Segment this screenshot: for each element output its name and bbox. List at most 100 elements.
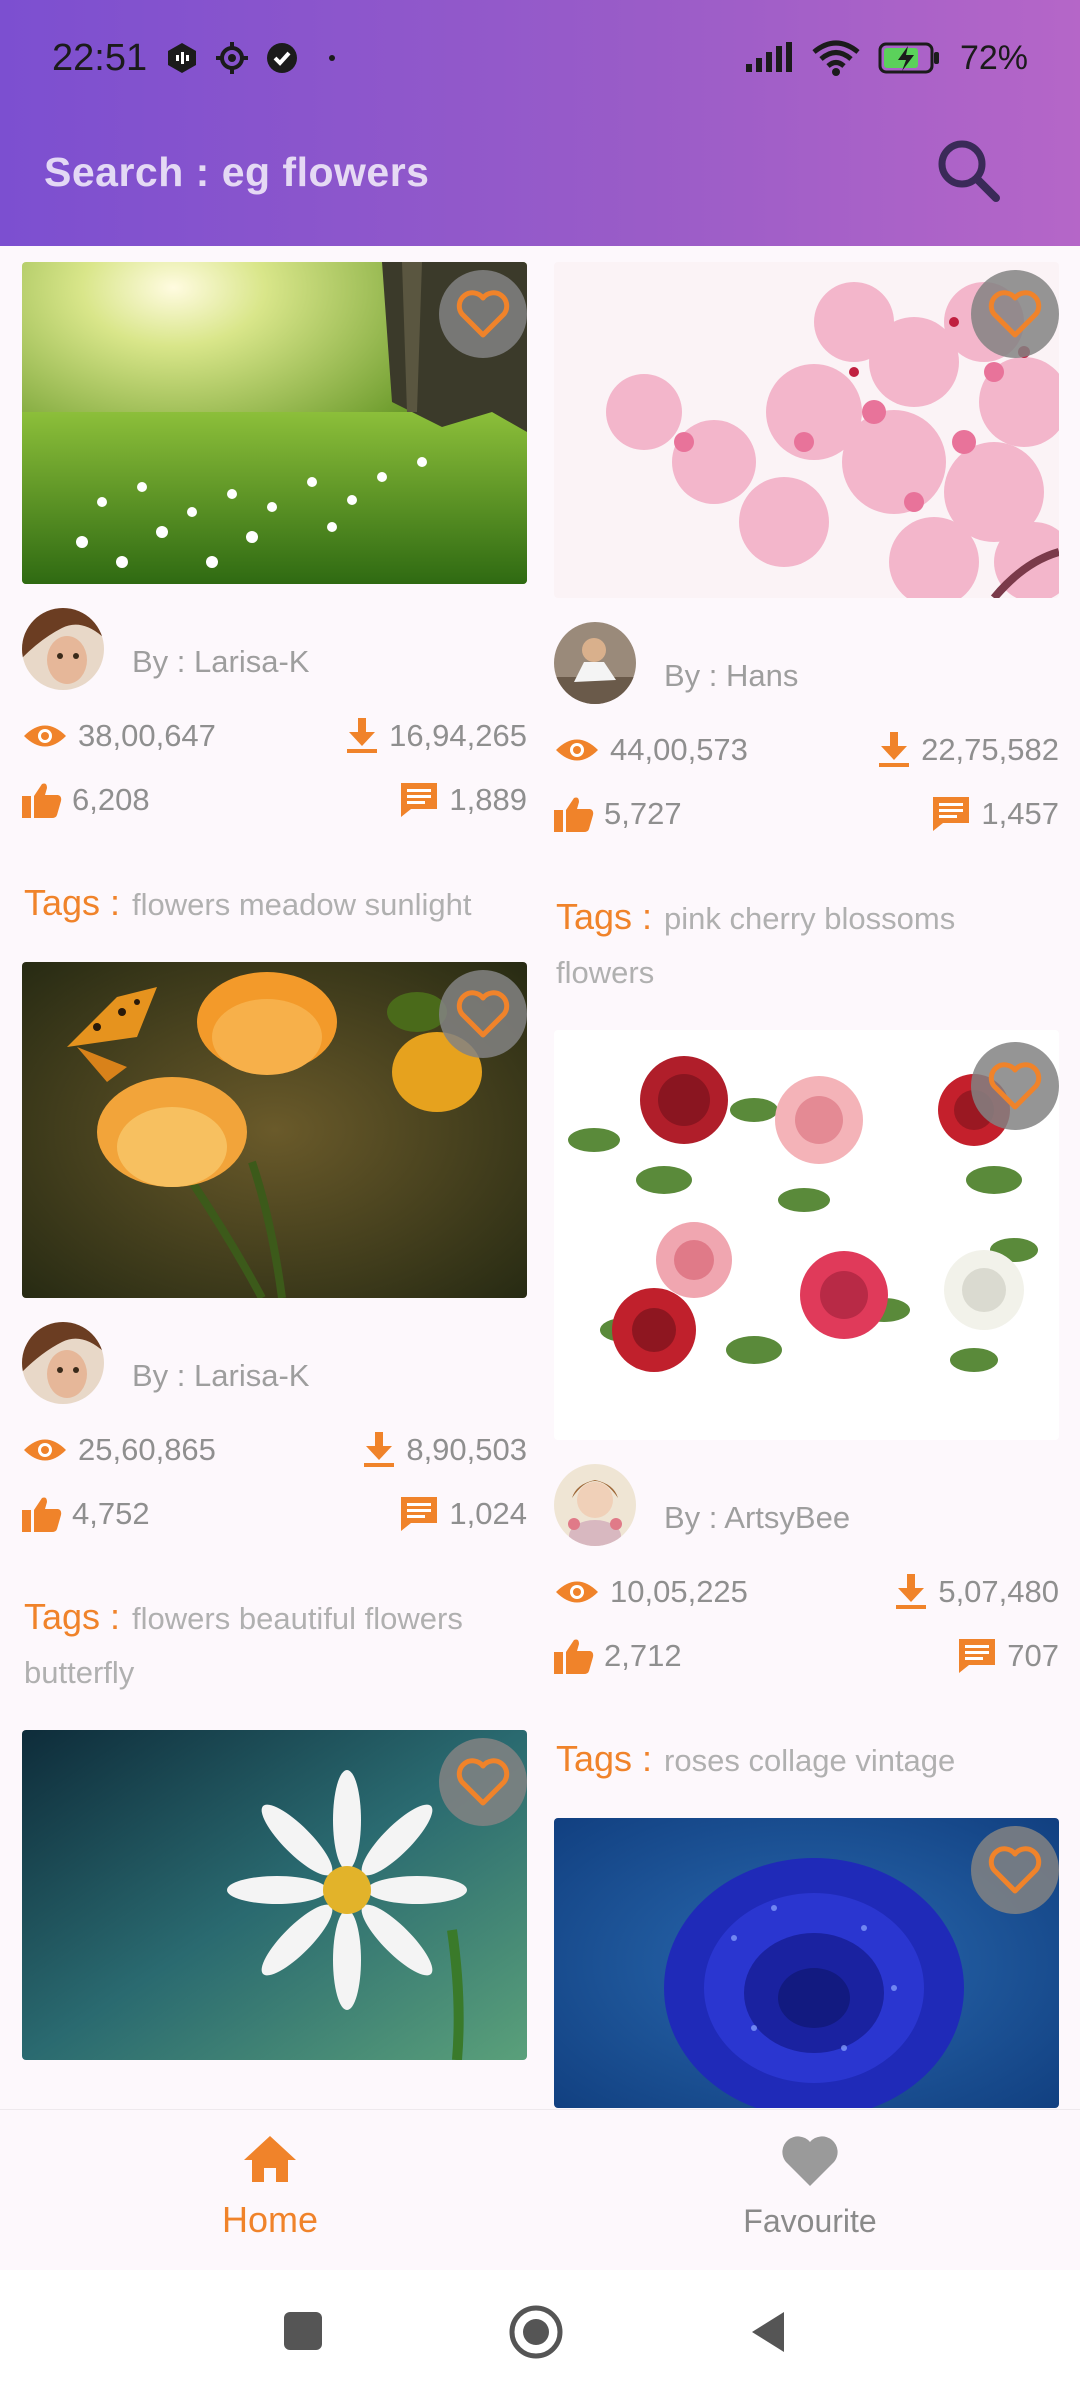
- download-icon: [896, 1574, 927, 1609]
- battery-charging-icon: [878, 42, 939, 74]
- status-bar: 22:51 72%: [52, 28, 1028, 88]
- thumb-up-icon: [22, 783, 62, 818]
- image-card[interactable]: By : Larisa-K 38,00,647 16,94,265 6,208 …: [22, 262, 527, 932]
- stats-row: 4,752 1,024: [22, 1482, 527, 1546]
- stats-row: 5,727 1,457: [554, 782, 1059, 846]
- author-name: By : ArtsyBee: [664, 1500, 851, 1535]
- heart-outline-icon: [456, 1758, 510, 1806]
- stats-row: 6,208 1,889: [22, 768, 527, 832]
- nav-favourite[interactable]: Favourite: [660, 2134, 960, 2240]
- author-row: By : ArtsyBee: [554, 1464, 1059, 1560]
- tags-label: Tags :: [556, 1738, 653, 1779]
- tags-text: roses collage vintage: [664, 1743, 956, 1778]
- favourite-button[interactable]: [971, 1826, 1059, 1914]
- tags-text: flowers meadow sunlight: [132, 887, 472, 922]
- thumb-up-icon: [22, 1497, 62, 1532]
- tags-label: Tags :: [24, 1596, 121, 1637]
- nav-home-label: Home: [221, 2199, 319, 2240]
- tags-row: Tags : flowers meadow sunlight: [22, 876, 527, 932]
- download-icon: [347, 718, 378, 753]
- search-bar[interactable]: Search : eg flowers: [44, 140, 1040, 204]
- image-card[interactable]: [554, 1818, 1059, 2108]
- author-row: By : Larisa-K: [22, 1322, 527, 1418]
- favourite-button[interactable]: [439, 970, 527, 1058]
- status-time: 22:51: [52, 36, 148, 79]
- avatar: [554, 622, 636, 704]
- thumb-up-icon: [554, 797, 594, 832]
- eye-icon: [24, 725, 66, 747]
- image-card[interactable]: By : Hans 44,00,573 22,75,582 5,727 1,45…: [554, 262, 1059, 1000]
- recent-apps-icon[interactable]: [282, 2310, 324, 2352]
- stats-row: 10,05,225 5,07,480: [554, 1560, 1059, 1624]
- eye-icon: [24, 1439, 66, 1461]
- nav-home[interactable]: Home: [120, 2134, 420, 2241]
- author-row: By : Larisa-K: [22, 608, 527, 704]
- favourite-button[interactable]: [971, 270, 1059, 358]
- heart-outline-icon: [988, 290, 1042, 338]
- home-circle-icon[interactable]: [508, 2304, 564, 2360]
- author-name: By : Larisa-K: [132, 1358, 310, 1393]
- comment-icon: [401, 1497, 438, 1531]
- heart-icon: [782, 2136, 838, 2186]
- favourite-button[interactable]: [971, 1042, 1059, 1130]
- tags-row: Tags : roses collage vintage: [554, 1732, 1059, 1788]
- avatar: [22, 608, 104, 690]
- back-icon[interactable]: [748, 2310, 788, 2354]
- tags-label: Tags :: [556, 896, 653, 937]
- favourite-button[interactable]: [439, 1738, 527, 1826]
- views-stat: 44,00,573: [554, 732, 748, 768]
- heart-outline-icon: [456, 290, 510, 338]
- views-stat: 38,00,647: [22, 718, 216, 754]
- photo-daisy[interactable]: [22, 1730, 527, 2060]
- settings-gear-icon: [216, 42, 249, 74]
- downloads-stat: 5,07,480: [894, 1574, 1059, 1610]
- stats-row: 25,60,865 8,90,503: [22, 1418, 527, 1482]
- hex-app-icon: [168, 43, 197, 73]
- downloads-stat: 22,75,582: [877, 732, 1059, 768]
- views-stat: 10,05,225: [554, 1574, 748, 1610]
- image-card[interactable]: [22, 1730, 527, 2060]
- favourite-button[interactable]: [439, 270, 527, 358]
- eye-icon: [556, 739, 598, 761]
- thumb-up-icon: [554, 1639, 594, 1674]
- avatar: [22, 1322, 104, 1404]
- likes-stat: 6,208: [22, 782, 150, 818]
- avatar: [554, 1464, 636, 1546]
- comment-icon: [401, 783, 438, 817]
- comments-stat: 707: [957, 1637, 1059, 1675]
- stats-row: 2,712 707: [554, 1624, 1059, 1688]
- left-column: By : Larisa-K 38,00,647 16,94,265 6,208 …: [22, 262, 527, 2060]
- wifi-icon: [812, 40, 860, 76]
- author-row: By : Hans: [554, 622, 1059, 718]
- tags-row: Tags : flowers beautiful flowers butterfl…: [22, 1590, 527, 1700]
- nav-favourite-label: Favourite: [743, 2203, 877, 2239]
- battery-percent: 72%: [959, 38, 1028, 77]
- comment-icon: [933, 797, 970, 831]
- search-icon[interactable]: [930, 132, 1010, 212]
- search-input[interactable]: Search : eg flowers: [44, 149, 429, 196]
- dot-icon: [329, 55, 336, 61]
- heart-outline-icon: [988, 1062, 1042, 1110]
- photo-blue-rose[interactable]: [554, 1818, 1059, 2108]
- author-name: By : Larisa-K: [132, 644, 310, 679]
- download-icon: [364, 1432, 395, 1467]
- photo-roses[interactable]: [554, 1030, 1059, 1440]
- app-header: 22:51 72% Search : eg flowers: [0, 0, 1080, 246]
- views-stat: 25,60,865: [22, 1432, 216, 1468]
- heart-outline-icon: [456, 990, 510, 1038]
- stats-row: 38,00,647 16,94,265: [22, 704, 527, 768]
- verified-check-icon: [267, 43, 298, 73]
- comments-stat: 1,024: [399, 1495, 527, 1533]
- image-card[interactable]: By : ArtsyBee 10,05,225 5,07,480 2,712 7…: [554, 1030, 1059, 1788]
- photo-orange-flowers[interactable]: [22, 962, 527, 1298]
- bottom-navigation: Home Favourite: [0, 2110, 1080, 2270]
- image-card[interactable]: By : Larisa-K 25,60,865 8,90,503 4,752 1…: [22, 962, 527, 1700]
- tags-row: Tags : pink cherry blossoms flowers: [554, 890, 1059, 1000]
- photo-meadow[interactable]: [22, 262, 527, 584]
- eye-icon: [556, 1581, 598, 1603]
- heart-outline-icon: [988, 1846, 1042, 1894]
- stats-row: 44,00,573 22,75,582: [554, 718, 1059, 782]
- tags-label: Tags :: [24, 882, 121, 923]
- photo-cherry-blossom[interactable]: [554, 262, 1059, 598]
- author-name: By : Hans: [664, 658, 799, 693]
